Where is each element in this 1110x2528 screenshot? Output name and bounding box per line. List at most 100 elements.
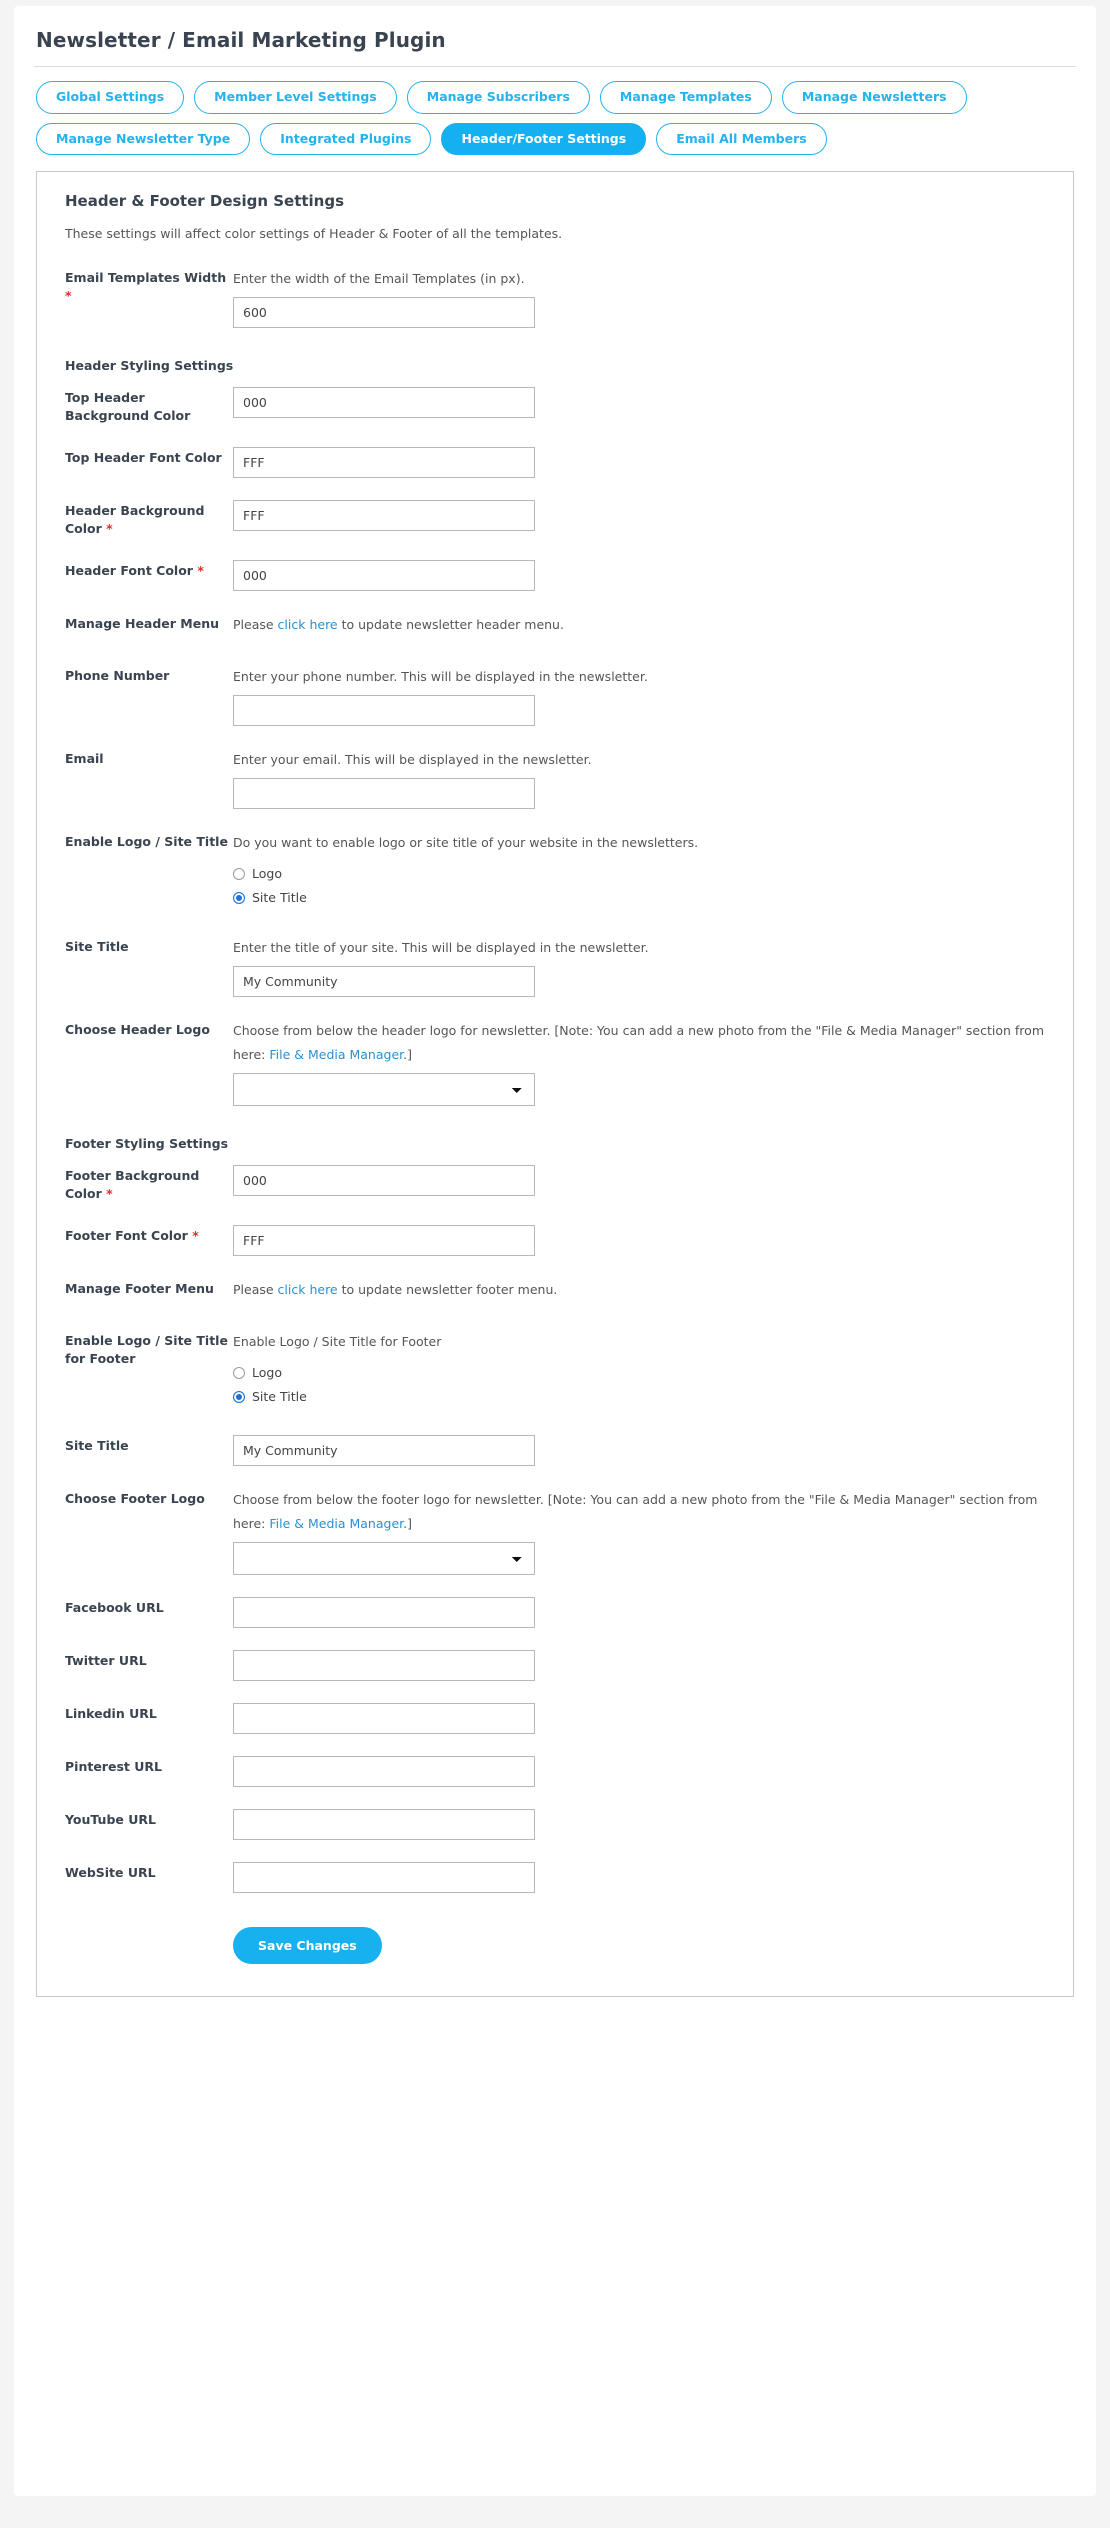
- required-marker: *: [197, 563, 204, 579]
- control-website-url: [233, 1861, 1051, 1893]
- label-text: Email Templates Width: [65, 270, 227, 285]
- control-footer-font-color: [233, 1224, 1051, 1256]
- control-choose-header-logo: Choose from below the header logo for ne…: [233, 1019, 1051, 1106]
- radio-icon[interactable]: [233, 867, 245, 880]
- control-youtube-url: [233, 1808, 1051, 1840]
- help-choose-footer-logo: Choose from below the footer logo for ne…: [233, 1488, 1051, 1536]
- label-header-font-color: Header Font Color *: [65, 560, 233, 580]
- help-phone-number: Enter your phone number. This will be di…: [233, 669, 648, 684]
- label-text: Header Font Color: [65, 563, 193, 579]
- site-title-footer-input[interactable]: [233, 1435, 535, 1467]
- field-row-enable-logo-site-title-footer: Enable Logo / Site Title for Footer Enab…: [59, 1330, 1051, 1414]
- label-manage-footer-menu: Manage Footer Menu: [65, 1280, 214, 1296]
- phone-number-input[interactable]: [233, 694, 535, 726]
- tab-global-settings[interactable]: Global Settings: [36, 81, 185, 114]
- header-bg-color-input[interactable]: [233, 500, 535, 531]
- tab-manage-templates[interactable]: Manage Templates: [599, 81, 772, 114]
- label-website-url: WebSite URL: [65, 1864, 156, 1880]
- field-row-choose-header-logo: Choose Header Logo Choose from below the…: [59, 1019, 1051, 1106]
- help-email-templates-width: Enter the width of the Email Templates (…: [233, 271, 525, 286]
- radio-icon-selected[interactable]: [233, 891, 245, 904]
- save-changes-button[interactable]: Save Changes: [233, 1926, 382, 1964]
- choose-header-logo-select[interactable]: [233, 1072, 535, 1106]
- tab-bar: Global Settings Member Level Settings Ma…: [36, 81, 1016, 155]
- twitter-url-input[interactable]: [233, 1649, 535, 1681]
- help-text-post: to update newsletter footer menu.: [337, 1281, 558, 1297]
- label-choose-header-logo: Choose Header Logo: [65, 1022, 210, 1037]
- label-footer-bg-color: Footer Background Color *: [65, 1165, 233, 1203]
- required-marker: *: [192, 1227, 199, 1243]
- radio-option-logo[interactable]: Logo: [233, 866, 1051, 881]
- radio-icon[interactable]: [233, 1366, 245, 1379]
- required-marker: *: [65, 288, 72, 304]
- top-header-bg-color-input[interactable]: [233, 386, 535, 418]
- radio-option-logo-footer[interactable]: Logo: [233, 1365, 1051, 1380]
- linkedin-url-input[interactable]: [233, 1702, 535, 1734]
- control-manage-footer-menu: Please click here to update newsletter f…: [233, 1278, 1051, 1308]
- footer-bg-color-input[interactable]: [233, 1164, 535, 1196]
- field-row-site-title-header: Site Title Enter the title of your site.…: [59, 936, 1051, 997]
- label-text: Header Background Color: [65, 503, 205, 537]
- panel-description: These settings will affect color setting…: [65, 226, 563, 241]
- email-input[interactable]: [233, 777, 535, 809]
- control-enable-logo-site-title-footer: Enable Logo / Site Title for Footer Logo…: [233, 1330, 1051, 1414]
- tab-manage-subscribers[interactable]: Manage Subscribers: [406, 81, 590, 114]
- footer-font-color-input[interactable]: [233, 1224, 535, 1256]
- field-row-top-header-bg-color: Top Header Background Color: [59, 386, 1051, 425]
- youtube-url-input[interactable]: [233, 1808, 535, 1840]
- label-facebook-url: Facebook URL: [65, 1599, 164, 1615]
- label-header-bg-color: Header Background Color *: [65, 500, 233, 538]
- top-header-font-color-input[interactable]: [233, 447, 535, 478]
- control-email: Enter your email. This will be displayed…: [233, 748, 1051, 809]
- label-twitter-url: Twitter URL: [65, 1652, 147, 1668]
- help-manage-header-menu: Please click here to update newsletter h…: [233, 613, 1051, 637]
- label-choose-footer-logo: Choose Footer Logo: [65, 1491, 205, 1507]
- radio-option-site-title[interactable]: Site Title: [233, 890, 1051, 905]
- tab-integrated-plugins[interactable]: Integrated Plugins: [260, 122, 432, 155]
- control-top-header-font-color: [233, 447, 1051, 478]
- tab-manage-newsletters[interactable]: Manage Newsletters: [781, 81, 967, 114]
- manage-header-menu-link[interactable]: click here: [278, 617, 338, 632]
- field-row-enable-logo-site-title: Enable Logo / Site Title Do you want to …: [59, 831, 1051, 915]
- field-row-choose-footer-logo: Choose Footer Logo Choose from below the…: [59, 1488, 1051, 1575]
- label-site-title-header: Site Title: [65, 939, 129, 955]
- website-url-input[interactable]: [233, 1861, 535, 1893]
- label-top-header-font-color: Top Header Font Color: [65, 450, 222, 465]
- label-manage-header-menu: Manage Header Menu: [65, 616, 220, 632]
- help-text-post: .]: [403, 1516, 412, 1531]
- label-linkedin-url: Linkedin URL: [65, 1705, 157, 1721]
- choose-footer-logo-select[interactable]: [233, 1541, 535, 1575]
- header-font-color-input[interactable]: [233, 560, 535, 592]
- section-header-styling: Header Styling Settings: [65, 357, 234, 373]
- radio-icon-selected[interactable]: [233, 1390, 245, 1403]
- file-media-manager-link[interactable]: File & Media Manager: [269, 1047, 403, 1062]
- label-phone-number: Phone Number: [65, 668, 170, 683]
- tab-member-level-settings[interactable]: Member Level Settings: [194, 81, 397, 114]
- field-row-youtube-url: YouTube URL: [59, 1808, 1051, 1840]
- radio-option-site-title-footer[interactable]: Site Title: [233, 1389, 1051, 1404]
- file-media-manager-link[interactable]: File & Media Manager: [269, 1516, 403, 1531]
- field-row-header-font-color: Header Font Color *: [59, 560, 1051, 592]
- title-divider: [34, 66, 1076, 67]
- label-footer-font-color: Footer Font Color *: [65, 1225, 233, 1245]
- help-choose-header-logo: Choose from below the header logo for ne…: [233, 1019, 1051, 1067]
- control-twitter-url: [233, 1649, 1051, 1681]
- site-title-header-input[interactable]: [233, 966, 535, 997]
- tab-email-all-members[interactable]: Email All Members: [656, 122, 827, 155]
- facebook-url-input[interactable]: [233, 1596, 535, 1628]
- email-templates-width-input[interactable]: [233, 296, 535, 328]
- page-title: Newsletter / Email Marketing Plugin: [36, 28, 446, 52]
- help-enable-logo-site-title: Do you want to enable logo or site title…: [233, 834, 699, 850]
- label-top-header-bg-color: Top Header Background Color: [65, 389, 191, 423]
- save-button-container: Save Changes: [233, 1926, 1051, 1964]
- manage-footer-menu-link[interactable]: click here: [278, 1282, 338, 1297]
- settings-panel: Header & Footer Design Settings These se…: [36, 171, 1074, 1997]
- label-email-templates-width: Email Templates Width *: [65, 267, 233, 305]
- help-text-pre: Please: [233, 1281, 278, 1297]
- tab-manage-newsletter-type[interactable]: Manage Newsletter Type: [36, 122, 251, 155]
- field-row-site-title-footer: Site Title: [59, 1435, 1051, 1467]
- label-pinterest-url: Pinterest URL: [65, 1758, 162, 1774]
- tab-header-footer-settings[interactable]: Header/Footer Settings: [441, 122, 647, 155]
- required-marker: *: [106, 1185, 113, 1201]
- pinterest-url-input[interactable]: [233, 1755, 535, 1787]
